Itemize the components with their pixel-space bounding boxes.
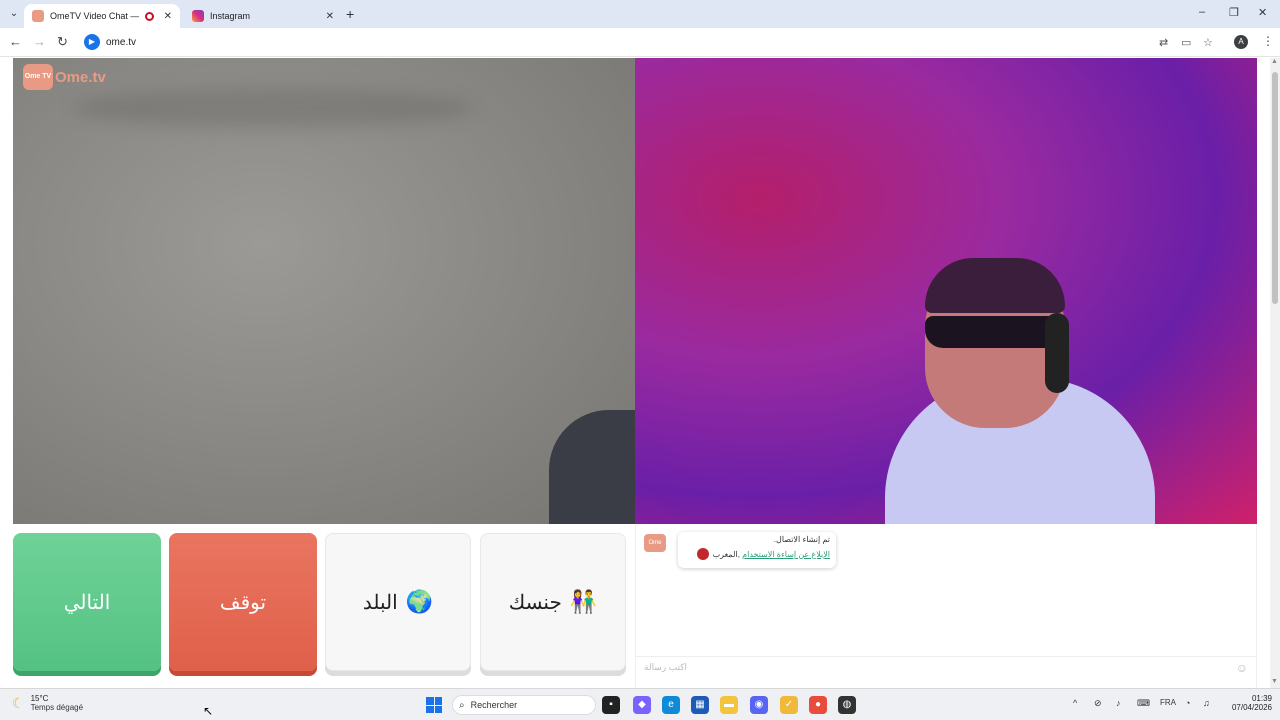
- hair: [925, 258, 1065, 313]
- tab-title: Instagram: [210, 11, 251, 21]
- scroll-thumb[interactable]: [1272, 72, 1278, 304]
- start-windows-icon[interactable]: [426, 697, 442, 713]
- couple-icon: 👫: [569, 589, 598, 614]
- chat-input[interactable]: اكتب رسالة ☺: [636, 656, 1256, 678]
- chat-panel: Ome TV تم إنشاء الاتصال. الإبلاغ عن إساء…: [635, 524, 1257, 688]
- install-app-icon[interactable]: ▭: [1181, 36, 1191, 49]
- taskbar-search[interactable]: ⌕ Rechercher: [452, 695, 596, 715]
- windows-taskbar: ☾ 15°C Temps dégagé ⌕ Rechercher ▪ ◆ e ▦…: [0, 688, 1280, 720]
- tab-title: OmeTV Video Chat — Ome: [50, 11, 139, 21]
- edge-icon[interactable]: e: [662, 696, 680, 714]
- bookmark-star-icon[interactable]: ☆: [1203, 36, 1213, 49]
- browser-toolbar: ← → ↻ ▶ ome.tv ⇄ ▭ ☆ A ⋮: [0, 28, 1280, 57]
- stop-button[interactable]: توقف: [169, 533, 317, 671]
- close-tab-icon[interactable]: ✕: [164, 11, 172, 22]
- next-button[interactable]: التالي: [13, 533, 161, 671]
- site-info-icon[interactable]: ▶: [84, 34, 100, 50]
- instagram-favicon-icon: [192, 10, 204, 22]
- partner-country: المغرب: [712, 549, 738, 559]
- moon-icon: ☾: [12, 694, 25, 711]
- clock[interactable]: 01:39 07/04/2026: [1226, 694, 1272, 712]
- profile-avatar[interactable]: A: [1234, 35, 1248, 49]
- gender-label: جنسك: [508, 591, 562, 614]
- forward-icon[interactable]: →: [33, 34, 46, 49]
- emoji-icon[interactable]: ☺: [1236, 661, 1248, 675]
- connected-text: تم إنشاء الاتصال.: [773, 535, 830, 544]
- minimize-icon[interactable]: –: [1199, 6, 1205, 18]
- file-explorer-icon[interactable]: ▬: [720, 696, 738, 714]
- tab-search-chevron-icon[interactable]: ⌄: [6, 6, 22, 22]
- mouse-cursor-icon: ↖: [203, 704, 214, 718]
- comma: ,: [737, 549, 743, 559]
- close-window-icon[interactable]: ✕: [1258, 6, 1267, 19]
- headset: [1045, 313, 1069, 393]
- chat-placeholder: اكتب رسالة: [644, 662, 688, 672]
- morocco-flag-icon: [696, 548, 709, 560]
- translate-icon[interactable]: ⇄: [1159, 36, 1168, 49]
- partner-video: [635, 58, 1257, 524]
- store-icon[interactable]: ▦: [691, 696, 709, 714]
- search-placeholder: Rechercher: [470, 700, 518, 710]
- next-label: التالي: [63, 591, 111, 614]
- page-scrollbar[interactable]: ▲ ▼: [1270, 58, 1280, 688]
- obs-icon[interactable]: ◍: [838, 696, 856, 714]
- page-content: Ome TV Ome.tv التالي توقف البلد 🌍 جنسك 👫…: [0, 58, 1270, 688]
- ometv-favicon-icon: [32, 10, 44, 22]
- url-text: ome.tv: [106, 36, 137, 48]
- copilot-icon[interactable]: ◆: [633, 696, 651, 714]
- system-message: تم إنشاء الاتصال. الإبلاغ عن إساءة الاست…: [678, 532, 836, 568]
- tab-ometv[interactable]: OmeTV Video Chat — Ome ✕: [24, 4, 180, 28]
- tab-instagram[interactable]: Instagram ✕: [184, 4, 342, 28]
- new-tab-icon[interactable]: +: [346, 6, 354, 22]
- discord-icon[interactable]: ◉: [750, 696, 768, 714]
- tab-strip: ⌄ OmeTV Video Chat — Ome ✕ Instagram ✕ +…: [0, 0, 1280, 28]
- weather-text: Temps dégagé: [30, 703, 84, 712]
- task-view-icon[interactable]: ▪: [602, 696, 620, 714]
- self-video: Ome TV Ome.tv: [13, 58, 635, 524]
- scroll-up-icon[interactable]: ▲: [1271, 58, 1278, 65]
- recording-icon: [144, 11, 154, 21]
- time: 01:39: [1251, 694, 1272, 703]
- back-icon[interactable]: ←: [9, 34, 22, 49]
- country-button[interactable]: البلد 🌍: [325, 533, 471, 671]
- reload-icon[interactable]: ↻: [57, 34, 68, 50]
- scroll-down-icon[interactable]: ▼: [1271, 678, 1278, 685]
- wall-texture: [73, 88, 473, 128]
- sunglasses: [925, 316, 1065, 348]
- self-shoulder: [549, 410, 635, 524]
- show-hidden-icons-chevron-icon[interactable]: ^: [1073, 698, 1077, 708]
- todo-icon[interactable]: ✓: [780, 696, 798, 714]
- temperature: 15°C: [30, 694, 49, 703]
- network-icon[interactable]: ⊘: [1094, 698, 1102, 709]
- report-abuse-link[interactable]: الإبلاغ عن إساءة الاستخدام: [742, 550, 830, 559]
- stop-label: توقف: [219, 591, 267, 614]
- close-tab-icon[interactable]: ✕: [326, 11, 334, 22]
- logo-text: Ome.tv: [55, 68, 106, 86]
- date: 07/04/2026: [1231, 703, 1272, 712]
- logo-badge: Ome TV: [23, 64, 53, 90]
- menu-kebab-icon[interactable]: ⋮: [1262, 34, 1274, 48]
- restore-icon[interactable]: ❐: [1229, 6, 1239, 19]
- country-line: الإبلاغ عن إساءة الاستخدام , المغرب: [684, 548, 830, 560]
- volume-icon[interactable]: ♫: [1203, 698, 1210, 708]
- keyboard-icon[interactable]: ⌨: [1137, 698, 1150, 709]
- partner-figure: [885, 258, 1155, 524]
- search-icon: ⌕: [459, 699, 465, 711]
- globe-icon: 🌍: [405, 589, 434, 614]
- microphone-icon[interactable]: ♪: [1116, 698, 1121, 708]
- language-indicator[interactable]: FRA: [1160, 698, 1176, 707]
- gender-button[interactable]: جنسك 👫: [480, 533, 626, 671]
- weather-widget[interactable]: ☾ 15°C Temps dégagé: [12, 694, 83, 712]
- ometv-chat-avatar: Ome TV: [644, 534, 666, 564]
- address-bar[interactable]: ▶ ome.tv: [80, 31, 1180, 53]
- country-label: البلد: [362, 591, 398, 614]
- chrome-icon[interactable]: ●: [809, 696, 827, 714]
- wifi-icon[interactable]: ◔: [1185, 698, 1190, 708]
- ometv-logo[interactable]: Ome TV Ome.tv: [23, 64, 106, 90]
